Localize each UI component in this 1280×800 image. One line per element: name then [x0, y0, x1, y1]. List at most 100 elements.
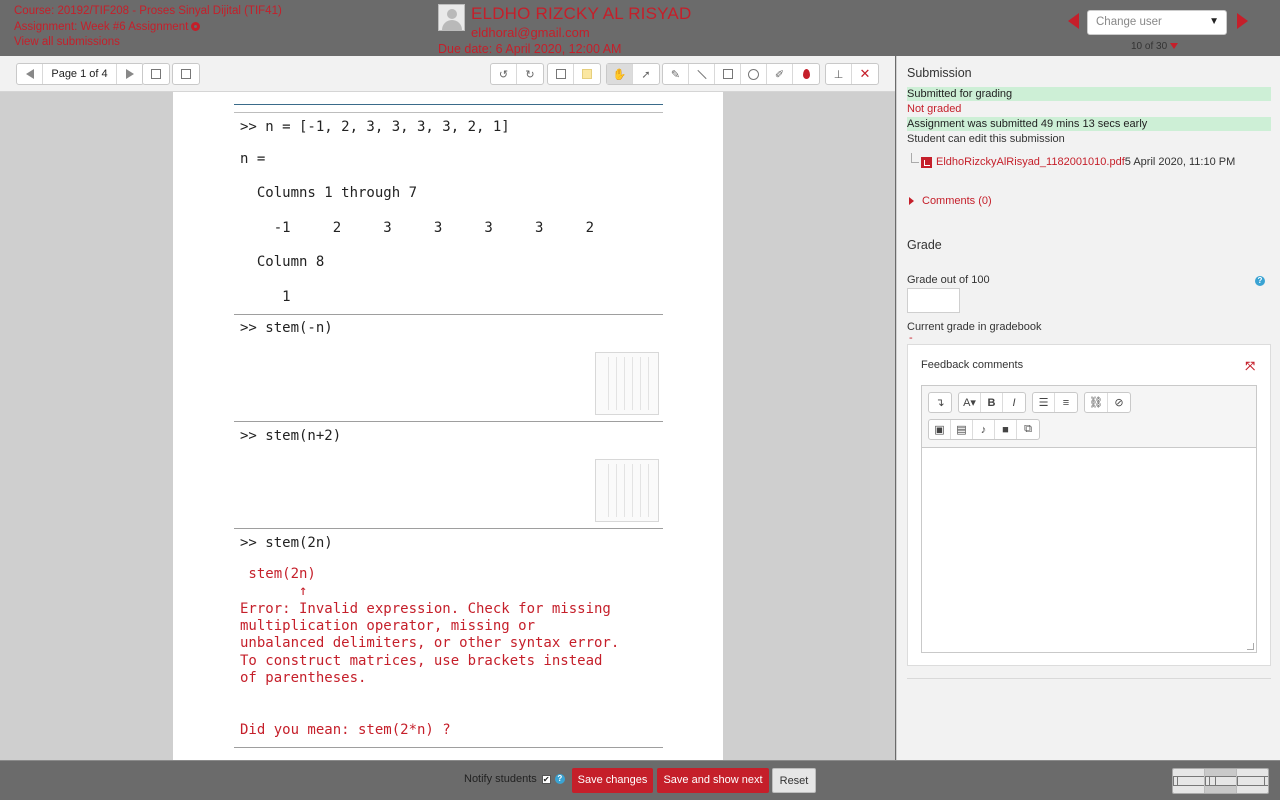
bullet-list-button[interactable]: ☰	[1033, 393, 1055, 412]
pdf-icon	[921, 156, 932, 168]
feedback-textarea[interactable]	[922, 447, 1256, 652]
feedback-panel: Feedback comments ⤧ ↴ A▾ B I ☰ ≡ ⛓ ⊘ ▣ ▤ ♪ ■…	[907, 344, 1271, 666]
save-and-next-button[interactable]: Save and show next	[657, 768, 769, 793]
media-button[interactable]: ▤	[951, 420, 973, 439]
grade-input[interactable]	[907, 288, 960, 313]
next-user-icon[interactable]	[1237, 13, 1248, 29]
pdf-page[interactable]: >> n = [-1, 2, 3, 3, 3, 3, 2, 1] n = Col…	[173, 92, 723, 760]
notify-checkbox[interactable]: ✔	[541, 774, 551, 784]
assignment-link[interactable]: Assignment: Week #6 Assignment	[14, 20, 282, 36]
page-navigator: Page 1 of 4	[16, 63, 144, 85]
code-line: Column 8	[240, 254, 325, 270]
error-line: of parentheses.	[240, 670, 367, 686]
select-tool-button[interactable]: ➚	[633, 64, 659, 84]
user-name[interactable]: ELDHO RIZCKY AL RISYAD	[471, 4, 691, 24]
assignment-link-label: Assignment: Week #6 Assignment	[14, 20, 189, 33]
grading-panel: Submission Submitted for grading Not gra…	[896, 56, 1280, 760]
course-link[interactable]: Course: 20192/TIF208 - Proses Sinyal Dij…	[14, 4, 282, 20]
comment-color-button[interactable]	[574, 64, 600, 84]
save-changes-button[interactable]: Save changes	[572, 768, 653, 793]
rectangle-tool-button[interactable]	[715, 64, 741, 84]
divider	[907, 678, 1271, 679]
image-button[interactable]: ▣	[929, 420, 951, 439]
error-caret: ↑	[240, 583, 308, 599]
pen-icon: ✎	[670, 68, 681, 81]
layout-default-button[interactable]	[1205, 769, 1237, 793]
layout-split-icon	[1205, 776, 1236, 786]
header-bar: Course: 20192/TIF208 - Proses Sinyal Dij…	[0, 0, 1280, 56]
grade-heading: Grade	[907, 238, 942, 252]
change-user-select[interactable]: Change user ▼	[1087, 10, 1227, 35]
reset-button[interactable]: Reset	[772, 768, 816, 793]
next-page-button[interactable]	[117, 64, 143, 84]
course-info: Course: 20192/TIF208 - Proses Sinyal Dij…	[14, 4, 282, 51]
gear-icon[interactable]	[191, 21, 201, 31]
drop-icon	[802, 69, 810, 79]
oval-tool-button[interactable]	[741, 64, 767, 84]
color-picker-button[interactable]	[793, 64, 819, 84]
record-video-button[interactable]: ■	[995, 420, 1017, 439]
status-edit: Student can edit this submission	[907, 133, 1065, 145]
help-icon[interactable]: ?	[1255, 276, 1265, 286]
rotate-right-button[interactable]: ↻	[517, 64, 543, 84]
code-line: >> n = [-1, 2, 3, 3, 3, 3, 2, 1]	[240, 119, 510, 135]
divider	[234, 104, 663, 105]
hand-icon: ✋	[612, 68, 627, 81]
previous-user-icon[interactable]	[1068, 13, 1079, 29]
highlight-tool-button[interactable]: ✐	[767, 64, 793, 84]
comments-toggle[interactable]: Comments (0)	[909, 195, 992, 207]
error-line: Error: Invalid expression. Check for mis…	[240, 601, 611, 617]
cell-separator	[234, 314, 663, 315]
pen-tool-button[interactable]: ✎	[663, 64, 689, 84]
record-audio-button[interactable]: ♪	[973, 420, 995, 439]
toolbar-toggle-button[interactable]: ↴	[929, 393, 951, 412]
unlink-button[interactable]: ⊘	[1108, 393, 1130, 412]
stamp-tool-button[interactable]: ⊥	[826, 64, 852, 84]
expand-comments-button[interactable]	[173, 64, 199, 84]
rectangle-icon	[722, 69, 733, 79]
link-button[interactable]: ⛓	[1085, 393, 1108, 412]
filter-icon[interactable]	[1170, 43, 1179, 49]
file-link[interactable]: EldhoRizckyAlRisyad_1182001010.pdf	[936, 156, 1125, 168]
resize-handle-icon[interactable]	[1247, 643, 1254, 650]
chevron-right-icon	[909, 197, 914, 205]
line-tool-button[interactable]	[689, 64, 715, 84]
manage-files-button[interactable]: ⧉	[1017, 420, 1039, 439]
stem-plot-thumbnail	[595, 352, 659, 415]
numbered-list-button[interactable]: ≡	[1055, 393, 1077, 412]
layout-switcher	[1172, 768, 1269, 794]
drawing-tools-group: ✎ ✐	[662, 63, 820, 85]
bold-button[interactable]: B	[981, 393, 1003, 412]
current-grade-label: Current grade in gradebook	[907, 321, 1042, 333]
annotation-toolbar: Page 1 of 4 ↺ ↻ ✋ ➚ ✎ ✐ ⊥ ✕	[0, 56, 895, 92]
help-icon[interactable]: ?	[554, 774, 565, 784]
status-time: Assignment was submitted 49 mins 13 secs…	[907, 117, 1271, 131]
rotate-left-icon: ↺	[498, 68, 509, 81]
layout-collapse-grade-button[interactable]	[1173, 769, 1205, 793]
layout-collapse-review-button[interactable]	[1237, 769, 1268, 793]
user-count: 10 of 30	[1131, 41, 1179, 52]
line-icon	[696, 69, 707, 79]
code-line: >> stem(n+2)	[240, 428, 342, 444]
error-line: stem(2n)	[240, 566, 316, 582]
comment-button[interactable]	[548, 64, 574, 84]
rotate-left-button[interactable]: ↺	[491, 64, 517, 84]
user-count-label: 10 of 30	[1131, 41, 1168, 52]
cell-separator	[234, 747, 663, 748]
expand-icon[interactable]: ⤧	[1245, 359, 1255, 374]
submission-heading: Submission	[907, 66, 972, 80]
pan-tool-button[interactable]: ✋	[607, 64, 633, 84]
view-all-submissions-link[interactable]: View all submissions	[14, 35, 282, 51]
italic-button[interactable]: I	[1003, 393, 1025, 412]
page-label[interactable]: Page 1 of 4	[43, 64, 117, 84]
highlighter-icon: ✐	[774, 68, 785, 81]
stamp-delete-button[interactable]: ✕	[852, 64, 878, 84]
font-style-button[interactable]: A▾	[959, 393, 981, 412]
cursor-icon: ➚	[641, 68, 651, 81]
current-grade-value: -	[909, 332, 913, 344]
error-line: multiplication operator, missing or	[240, 618, 536, 634]
previous-page-button[interactable]	[17, 64, 43, 84]
user-email[interactable]: eldhoral@gmail.com	[471, 25, 590, 40]
error-line: To construct matrices, use brackets inst…	[240, 653, 603, 669]
search-comments-button[interactable]	[143, 64, 169, 84]
